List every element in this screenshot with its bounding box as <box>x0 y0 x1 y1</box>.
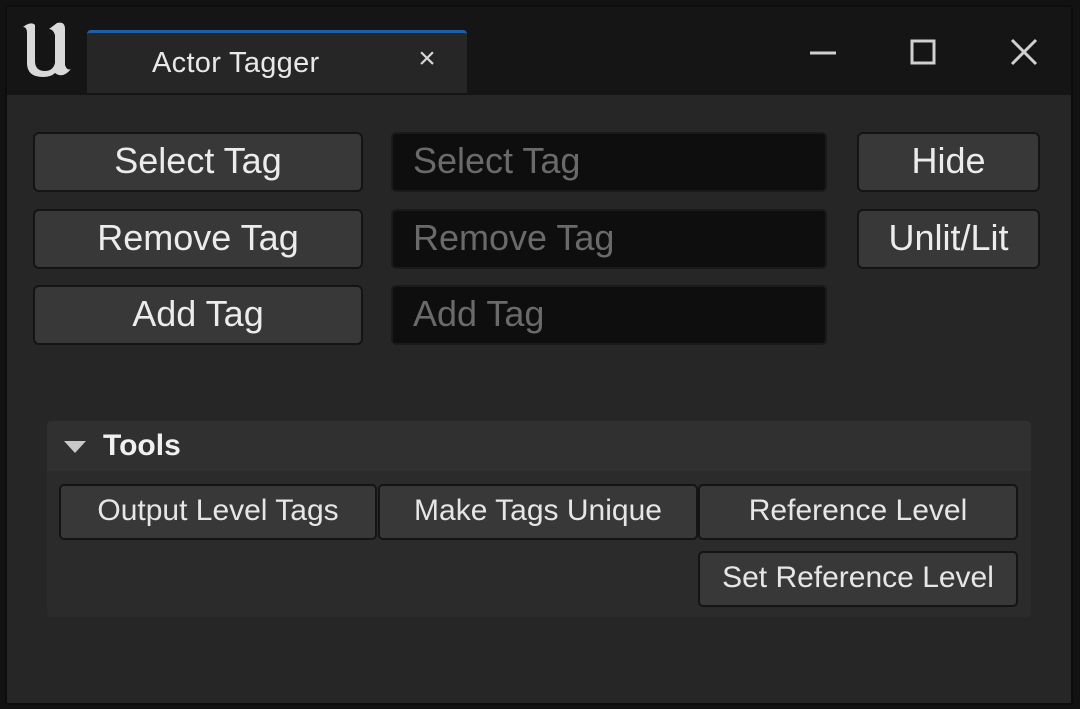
remove-tag-input[interactable]: Remove Tag <box>391 209 827 269</box>
tools-panel: Tools Output Level Tags Make Tags Unique… <box>47 421 1031 617</box>
unlit-lit-button[interactable]: Unlit/Lit <box>857 209 1040 269</box>
tab-close-icon[interactable]: × <box>412 43 442 75</box>
set-reference-level-button[interactable]: Set Reference Level <box>698 551 1018 607</box>
remove-tag-button[interactable]: Remove Tag <box>33 209 363 269</box>
tools-section-header[interactable]: Tools <box>47 421 1031 471</box>
hide-button[interactable]: Hide <box>857 132 1040 192</box>
output-level-tags-button[interactable]: Output Level Tags <box>59 484 377 540</box>
tab-actor-tagger[interactable]: Actor Tagger × <box>87 30 467 93</box>
make-tags-unique-button[interactable]: Make Tags Unique <box>378 484 698 540</box>
tab-title: Actor Tagger <box>152 47 320 79</box>
add-tag-button[interactable]: Add Tag <box>33 285 363 345</box>
select-tag-button[interactable]: Select Tag <box>33 132 363 192</box>
reference-level-button[interactable]: Reference Level <box>698 484 1018 540</box>
actor-tagger-window: Actor Tagger × Select Tag Select Tag Rem… <box>5 5 1073 705</box>
close-icon[interactable] <box>1001 29 1047 75</box>
unreal-engine-logo-icon <box>23 22 71 78</box>
maximize-icon[interactable] <box>900 29 946 75</box>
title-bar[interactable]: Actor Tagger × <box>7 7 1071 95</box>
triangle-down-icon[interactable] <box>64 441 86 453</box>
select-tag-input[interactable]: Select Tag <box>391 132 827 192</box>
tools-title: Tools <box>103 429 181 462</box>
minimize-icon[interactable] <box>800 29 846 75</box>
add-tag-input[interactable]: Add Tag <box>391 285 827 345</box>
